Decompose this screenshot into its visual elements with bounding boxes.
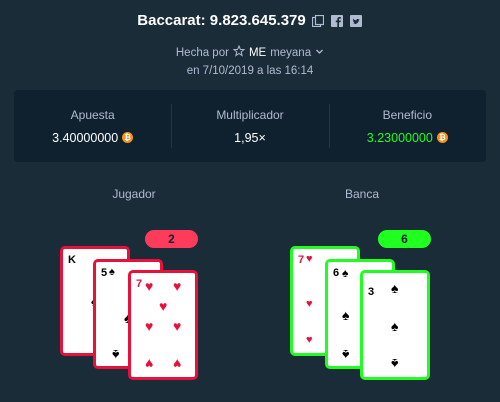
star-icon <box>232 44 246 60</box>
bet-label: Apuesta <box>70 107 115 122</box>
copy-icon[interactable] <box>312 14 325 27</box>
user-prefix: ME <box>248 46 267 59</box>
spade-icon: ♠ <box>391 318 399 334</box>
heart-icon: ♥ <box>145 278 154 294</box>
multiplier-label: Multiplicador <box>216 107 284 122</box>
bitcoin-icon: ₿ <box>122 132 134 143</box>
banker-label: Banca <box>344 187 380 201</box>
card-rank-bottom: 7 <box>183 360 190 372</box>
spade-icon: ♠ <box>112 347 120 363</box>
heart-icon: ♥ <box>159 298 168 314</box>
heart-icon: ♥ <box>306 334 313 346</box>
multiplier-stat: Multiplicador 1,95× <box>171 90 328 162</box>
heart-icon: ♥ <box>173 318 182 334</box>
chevron-down-icon[interactable] <box>315 47 324 59</box>
bet-title-row: Baccarat: 9.823.645.379 <box>0 12 500 29</box>
bet-value: 3.40000000 <box>52 130 119 145</box>
multiplier-value: 1,95× <box>234 130 266 145</box>
stats-panel: Apuesta 3.40000000 ₿ Multiplicador 1,95×… <box>14 90 486 162</box>
player-label: Jugador <box>112 187 156 201</box>
card-rank: 3 <box>368 286 375 298</box>
heart-icon: ♥ <box>173 278 182 294</box>
card-rank: 5 <box>101 267 108 279</box>
profit-value-row: 3.23000000 ₿ <box>367 131 448 145</box>
page-title: Baccarat: 9.823.645.379 <box>137 12 306 29</box>
card-rank: 6 <box>333 267 340 279</box>
spade-icon: ♠ <box>342 307 350 323</box>
facebook-icon[interactable] <box>331 14 344 27</box>
bet-value-row: 3.40000000 ₿ <box>52 130 134 145</box>
spade-icon: ♠ <box>342 266 349 280</box>
card-rank: K <box>68 254 76 266</box>
spade-icon: ♠ <box>391 356 399 372</box>
heart-icon: ♥ <box>173 356 182 372</box>
spade-icon: ♠ <box>391 280 399 296</box>
made-by-prefix: Hecha por <box>175 46 229 59</box>
spade-icon: ♠ <box>109 266 115 278</box>
player-card-3: 7 ♥ ♥ ♥ ♥ ♥ ♥ ♥ 7 <box>128 270 198 380</box>
date-line: en 7/10/2019 a las 16:14 <box>186 65 314 77</box>
twitter-icon[interactable] <box>350 14 363 27</box>
card-rank-bottom: 3 <box>415 352 422 364</box>
made-by-line: Hecha por ME meyana <box>0 44 500 60</box>
heart-icon: ♥ <box>145 318 154 334</box>
banker-score-badge: 6 <box>378 230 431 248</box>
player-score-badge: 2 <box>145 230 198 248</box>
heart-icon: ♥ <box>306 253 313 265</box>
banker-card-3: 3 ♠ ♠ ♠ 3 <box>360 270 430 380</box>
card-rank: 7 <box>298 254 305 266</box>
heart-icon: ♥ <box>145 356 154 372</box>
spade-icon: ♠ <box>342 347 350 363</box>
heart-icon: ♥ <box>306 298 313 310</box>
username-link[interactable]: meyana <box>270 47 311 59</box>
bet-stat: Apuesta 3.40000000 ₿ <box>14 90 171 162</box>
profit-label: Beneficio <box>382 107 432 122</box>
profit-stat: Beneficio 3.23000000 ₿ <box>328 90 486 162</box>
profit-value: 3.23000000 <box>366 130 433 145</box>
card-rank: 7 <box>136 278 143 290</box>
bitcoin-icon: ₿ <box>436 132 448 143</box>
